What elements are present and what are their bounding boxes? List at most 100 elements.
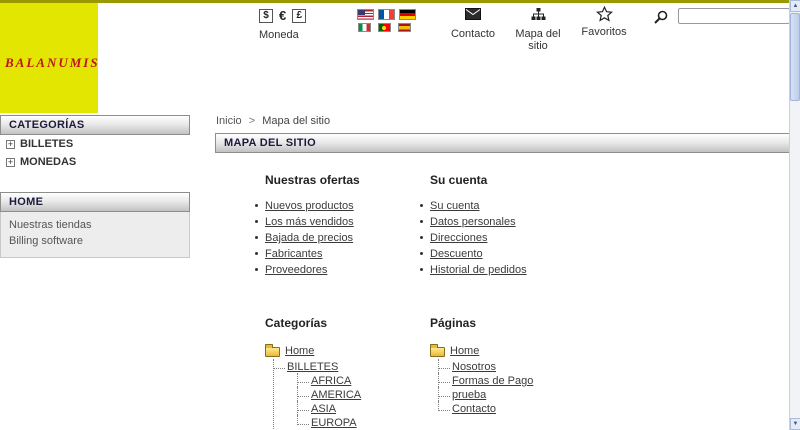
categories-header: CATEGORÍAS [0, 115, 190, 135]
tree-node: AMERICA [297, 387, 361, 401]
sidebar-item-billetes[interactable]: BILLETES [0, 135, 190, 153]
pages-tree: Páginas Home Nosotros Formas de Pago pru… [430, 316, 533, 415]
france-flag-icon[interactable] [378, 9, 395, 20]
search-icon[interactable] [653, 10, 668, 28]
germany-flag-icon[interactable] [399, 9, 416, 20]
tree-list: Nosotros Formas de Pago prueba Contacto [430, 359, 533, 415]
tree-link-asia[interactable]: ASIA [311, 403, 336, 415]
sidebar-link-billing-software[interactable]: Billing software [9, 233, 181, 249]
sidebar-item-monedas[interactable]: MONEDAS [0, 153, 190, 171]
breadcrumb-home-link[interactable]: Inicio [216, 115, 242, 127]
favorites-nav[interactable]: Favoritos [574, 5, 634, 38]
account-link-historial-pedidos[interactable]: Historial de pedidos [430, 264, 527, 276]
expand-plus-icon[interactable] [6, 157, 15, 168]
sitemap-icon [510, 8, 566, 24]
tree-link-nosotros[interactable]: Nosotros [452, 361, 496, 373]
us-flag-icon[interactable] [357, 9, 374, 20]
account-link-datos-personales[interactable]: Datos personales [430, 216, 516, 228]
sidebar-item-label: BILLETES [20, 138, 74, 150]
language-selector [357, 9, 416, 32]
portugal-flag-icon[interactable] [378, 23, 391, 32]
currency-pound-button[interactable]: £ [292, 8, 307, 23]
sitemap-nav[interactable]: Mapa del sitio [510, 8, 566, 52]
tree-link-europa[interactable]: EUROPA [311, 417, 357, 429]
tree-node: Nosotros [438, 359, 533, 373]
breadcrumb-current: Mapa del sitio [262, 115, 331, 127]
account-link-descuento[interactable]: Descuento [430, 248, 483, 260]
folder-icon [265, 344, 280, 357]
categories-block: CATEGORÍAS BILLETES MONEDAS [0, 115, 190, 171]
offers-link-proveedores[interactable]: Proveedores [265, 264, 327, 276]
list-item: Historial de pedidos [418, 264, 620, 280]
currency-selector: $ € £ Moneda [259, 8, 307, 41]
scrollbar-thumb[interactable] [790, 13, 800, 101]
tree-node: Formas de Pago [438, 373, 533, 387]
offers-title: Nuestras ofertas [265, 173, 360, 187]
tree-node: prueba [438, 387, 533, 401]
scroll-up-button[interactable] [790, 0, 800, 12]
page-title: MAPA DEL SITIO [215, 133, 790, 153]
folder-icon [430, 344, 445, 357]
top-accent-bar [0, 0, 800, 3]
offers-link-bajada-precios[interactable]: Bajada de precios [265, 232, 353, 244]
currency-dollar-button[interactable]: $ [259, 8, 273, 23]
sidebar-item-label: MONEDAS [20, 156, 77, 168]
list-item: Nuevos productos [253, 200, 435, 216]
list-item: Fabricantes [253, 248, 435, 264]
italy-flag-icon[interactable] [358, 23, 371, 32]
vertical-scrollbar[interactable] [789, 0, 800, 430]
account-link-direcciones[interactable]: Direcciones [430, 232, 487, 244]
list-item: Proveedores [253, 264, 435, 280]
tree-link-prueba[interactable]: prueba [452, 389, 486, 401]
tree-node: EUROPA [297, 415, 361, 429]
tree-node: AFRICA [297, 373, 361, 387]
envelope-icon [444, 8, 502, 24]
currency-label: Moneda [259, 29, 299, 41]
search-input[interactable] [678, 8, 790, 24]
tree-sublist: AFRICA AMERICA ASIA EUROPA [287, 373, 361, 429]
contact-nav[interactable]: Contacto [444, 8, 502, 40]
tree-link-africa[interactable]: AFRICA [311, 375, 351, 387]
breadcrumb-separator: > [248, 115, 256, 127]
offers-section: Nuestras ofertas Nuevos productos Los má… [255, 173, 435, 280]
sidebar: CATEGORÍAS BILLETES MONEDAS HOME Nuestra… [0, 115, 190, 258]
home-header: HOME [0, 192, 190, 212]
offers-link-nuevos-productos[interactable]: Nuevos productos [265, 200, 354, 212]
sidebar-link-nuestras-tiendas[interactable]: Nuestras tiendas [9, 217, 181, 233]
tree-node: Contacto [438, 401, 533, 415]
logo[interactable]: BALANUMIS [0, 3, 98, 113]
tree-link-america[interactable]: AMERICA [311, 389, 361, 401]
expand-plus-icon[interactable] [6, 139, 15, 150]
currency-euro-button[interactable]: € [279, 8, 286, 23]
offers-link-mas-vendidos[interactable]: Los más vendidos [265, 216, 354, 228]
tree-list: BILLETES AFRICA AMERICA ASIA EUROPA [265, 359, 361, 429]
tree-link-home[interactable]: Home [285, 345, 314, 357]
tree-link-billetes[interactable]: BILLETES [287, 361, 338, 373]
list-item: Bajada de precios [253, 232, 435, 248]
list-item: Direcciones [418, 232, 620, 248]
tree-root: Home [430, 344, 533, 359]
sitemap-label: Mapa del sitio [515, 28, 561, 52]
categories-tree-title: Categorías [265, 316, 328, 330]
spain-flag-icon[interactable] [398, 23, 411, 32]
account-link-su-cuenta[interactable]: Su cuenta [430, 200, 480, 212]
home-block: HOME Nuestras tiendas Billing software [0, 192, 190, 258]
list-item: Descuento [418, 248, 620, 264]
list-item: Los más vendidos [253, 216, 435, 232]
star-icon [574, 5, 634, 22]
list-item: Datos personales [418, 216, 620, 232]
account-list: Su cuenta Datos personales Direcciones D… [418, 200, 620, 280]
breadcrumb: Inicio > Mapa del sitio [216, 115, 330, 127]
offers-list: Nuevos productos Los más vendidos Bajada… [253, 200, 435, 280]
list-item: Su cuenta [418, 200, 620, 216]
tree-root: Home [265, 344, 361, 359]
tree-link-contacto[interactable]: Contacto [452, 403, 496, 415]
tree-link-home[interactable]: Home [450, 345, 479, 357]
home-panel: Nuestras tiendas Billing software [0, 212, 190, 258]
pages-tree-title: Páginas [430, 316, 477, 330]
scroll-down-button[interactable] [790, 418, 800, 430]
tree-link-formas-de-pago[interactable]: Formas de Pago [452, 375, 533, 387]
categories-tree: Categorías Home BILLETES AFRICA AMERICA … [265, 316, 361, 429]
logo-text: BALANUMIS [5, 55, 100, 70]
offers-link-fabricantes[interactable]: Fabricantes [265, 248, 322, 260]
